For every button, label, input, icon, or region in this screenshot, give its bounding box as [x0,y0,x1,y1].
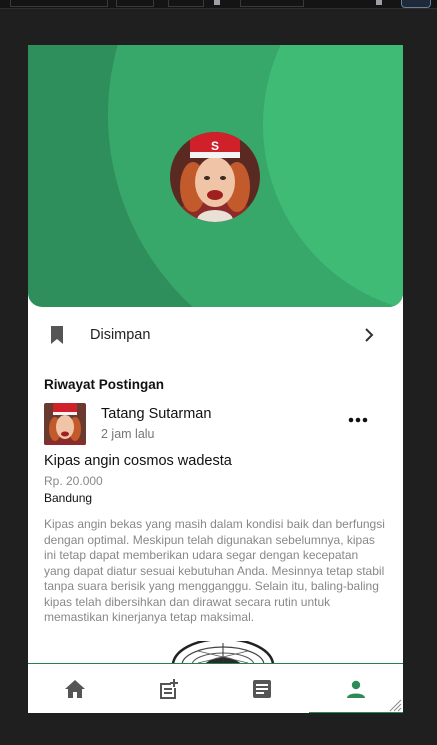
section-title: Riwayat Postingan [44,377,165,392]
chevron-right-icon [365,328,374,342]
nav-add-post[interactable] [122,664,216,713]
post-price: Rp. 20.000 [44,474,103,488]
article-icon [253,680,271,698]
saved-label: Disimpan [90,327,151,343]
toolbar-button[interactable] [401,0,431,8]
post-title: Kipas angin cosmos wadesta [44,453,232,469]
saved-menu-row[interactable]: Disimpan [28,307,403,363]
resize-handle-icon[interactable] [388,698,402,712]
toolbar-segment [10,0,108,7]
more-horizontal-icon[interactable] [348,417,368,423]
bottom-navigation [28,663,403,713]
toolbar-segment [240,0,304,7]
person-icon [347,680,365,698]
svg-text:S: S [211,139,219,153]
app-screen: S Disimpan Riwayat Postingan Tatang Suta… [28,45,403,713]
toolbar-segment [168,0,204,7]
post-time: 2 jam lalu [101,427,155,441]
profile-avatar[interactable]: S [170,132,260,222]
post-author-avatar[interactable] [44,403,86,445]
post-location: Bandung [44,491,93,505]
toolbar-icon [376,0,382,5]
post-author-name[interactable]: Tatang Sutarman [101,406,211,422]
add-post-icon [160,679,178,699]
browser-toolbar-strip [0,0,437,9]
profile-photo: S [170,132,260,222]
home-icon [65,680,85,698]
nav-active-indicator [309,712,403,713]
post-description: Kipas angin bekas yang masih dalam kondi… [44,517,385,624]
toolbar-segment [116,0,154,7]
fan-photo [171,641,275,665]
author-photo [44,403,86,445]
nav-articles[interactable] [215,664,309,713]
toolbar-icon [214,0,220,5]
nav-home[interactable] [28,664,122,713]
profile-header: S [28,45,403,307]
bookmark-icon [51,326,63,344]
